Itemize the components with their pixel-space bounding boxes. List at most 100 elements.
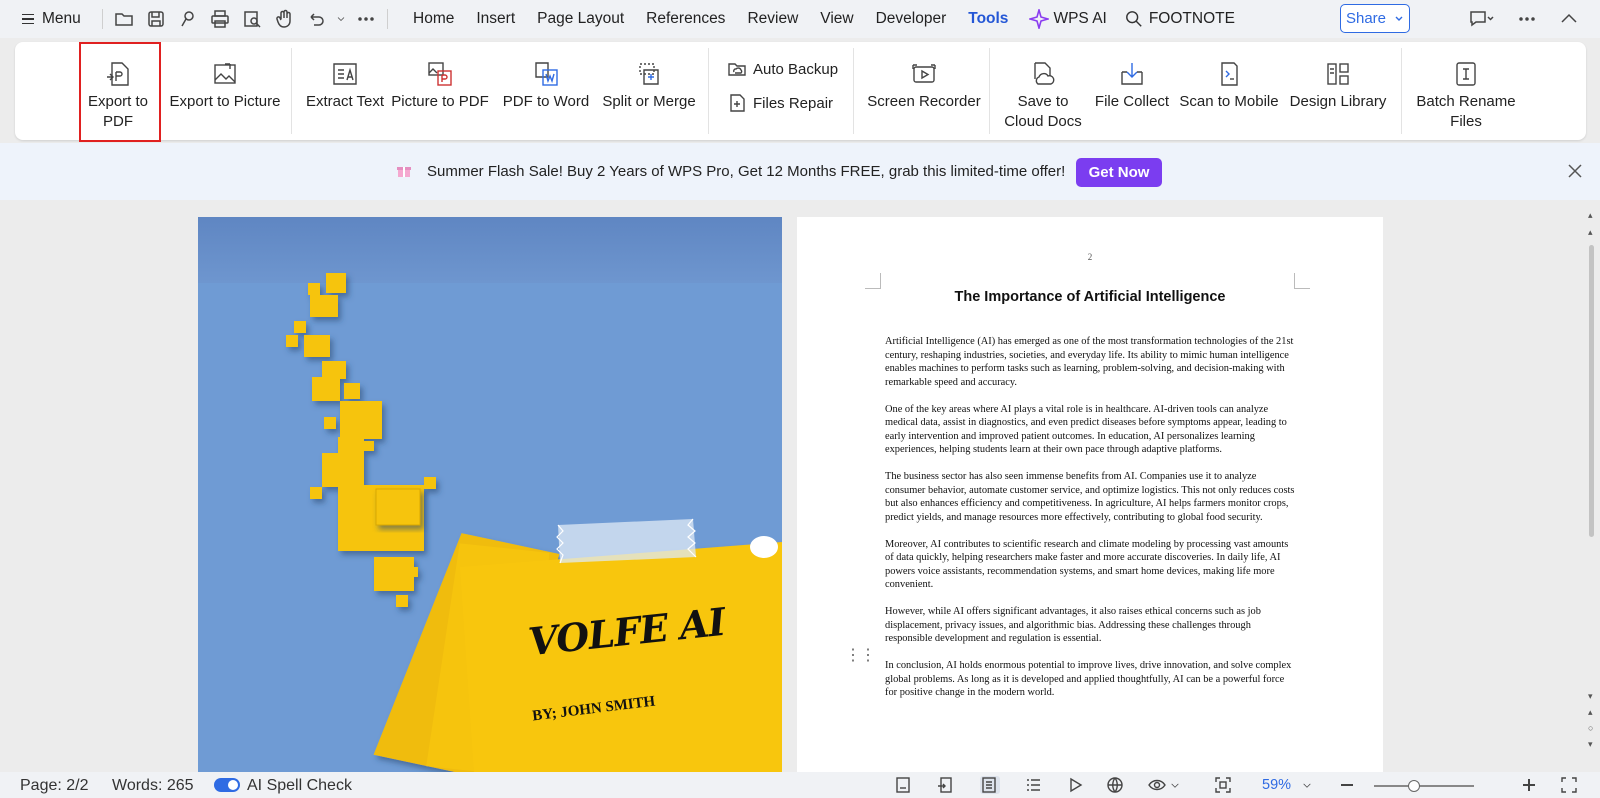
scroll-top-icon[interactable]: ▴ <box>1588 210 1593 221</box>
play-icon[interactable] <box>1066 776 1086 794</box>
cloud-backup-icon <box>728 63 746 76</box>
open-folder-icon[interactable] <box>111 6 137 32</box>
extract-text-label: Extract Text <box>305 93 385 110</box>
search-command[interactable]: FOOTNOTE <box>1117 10 1243 28</box>
scroll-page-up-icon[interactable]: ▴ <box>1588 707 1593 718</box>
wps-ai-label: WPS AI <box>1053 10 1107 27</box>
zoom-out-icon[interactable] <box>1338 776 1358 794</box>
document-map-icon[interactable] <box>894 776 914 794</box>
print-preview-icon[interactable] <box>239 6 265 32</box>
ai-spell-check-toggle[interactable] <box>214 778 240 792</box>
paragraph[interactable]: Moreover, AI contributes to scientific r… <box>885 538 1295 592</box>
scroll-down-icon[interactable]: ▾ <box>1588 691 1593 702</box>
document-page[interactable]: 2 The Importance of Artificial Intellige… <box>797 217 1383 772</box>
batch-rename-files-button[interactable]: Batch Rename Files <box>1411 42 1521 140</box>
picture-icon <box>211 58 239 90</box>
files-repair-button[interactable]: Files Repair <box>727 93 833 113</box>
menu-button[interactable]: Menu <box>0 10 94 28</box>
document-body[interactable]: Artificial Intelligence (AI) has emerged… <box>885 335 1295 713</box>
split-merge-icon <box>635 58 663 90</box>
screen-recorder-button[interactable]: Screen Recorder <box>865 42 983 140</box>
export-to-pdf-label: Export to PDF <box>87 93 149 130</box>
pdf-to-word-label: PDF to Word <box>502 93 590 110</box>
page-view-icon[interactable] <box>980 776 1000 794</box>
undo-dropdown-chevron-icon[interactable] <box>335 6 347 32</box>
tab-page-layout[interactable]: Page Layout <box>526 10 635 28</box>
margin-corner <box>1294 273 1310 289</box>
word-count[interactable]: Words: 265 <box>112 777 194 795</box>
scan-mobile-icon <box>1215 58 1243 90</box>
undo-icon[interactable] <box>303 6 329 32</box>
sparkle-icon <box>1029 9 1050 29</box>
tab-references[interactable]: References <box>635 10 736 28</box>
batch-rename-files-label: Batch Rename Files <box>1416 93 1516 130</box>
scroll-page-down-icon[interactable]: ▾ <box>1588 739 1593 750</box>
picture-to-pdf-button[interactable]: Picture to PDF <box>390 42 490 140</box>
outline-view-icon[interactable] <box>1024 776 1044 794</box>
menu-label: Menu <box>42 10 81 27</box>
zoom-dropdown-chevron-icon[interactable] <box>1302 776 1314 794</box>
zoom-level[interactable]: 59% <box>1262 777 1291 793</box>
scan-to-mobile-label: Scan to Mobile <box>1179 93 1279 110</box>
tab-insert[interactable]: Insert <box>465 10 526 28</box>
paragraph[interactable]: One of the key areas where AI plays a vi… <box>885 403 1295 457</box>
document-title[interactable]: The Importance of Artificial Intelligenc… <box>797 289 1383 305</box>
extract-text-button[interactable]: Extract Text <box>303 42 387 140</box>
export-to-picture-button[interactable]: Export to Picture <box>165 42 285 140</box>
design-library-icon <box>1324 58 1352 90</box>
get-now-button[interactable]: Get Now <box>1076 158 1162 187</box>
cover-page[interactable]: VOLFE AI BY; JOHN SMITH <box>198 217 782 772</box>
search-icon <box>1125 11 1142 27</box>
page-indicator[interactable]: Page: 2/2 <box>20 777 89 795</box>
page-navigation-icon[interactable] <box>936 776 956 794</box>
tab-view[interactable]: View <box>809 10 864 28</box>
paragraph[interactable]: In conclusion, AI holds enormous potenti… <box>885 659 1295 700</box>
eye-protection-icon[interactable] <box>1148 776 1168 794</box>
wps-ai-tab[interactable]: WPS AI <box>1019 9 1116 29</box>
vertical-scrollbar[interactable]: ▴ ▴ ▾ ▴ ○ ▾ <box>1586 205 1600 770</box>
hand-tool-icon[interactable] <box>271 6 297 32</box>
more-options-icon[interactable] <box>1514 6 1540 32</box>
save-icon[interactable] <box>143 6 169 32</box>
tab-review[interactable]: Review <box>736 10 809 28</box>
more-commands-icon[interactable] <box>353 6 379 32</box>
file-collect-label: File Collect <box>1094 93 1170 110</box>
fit-page-icon[interactable] <box>1214 776 1234 794</box>
split-or-merge-button[interactable]: Split or Merge <box>599 42 699 140</box>
auto-backup-button[interactable]: Auto Backup <box>727 59 838 79</box>
zoom-slider[interactable] <box>1374 780 1474 792</box>
design-library-button[interactable]: Design Library <box>1287 42 1389 140</box>
scroll-up-icon[interactable]: ▴ <box>1588 227 1593 238</box>
fullscreen-icon[interactable] <box>1560 776 1580 794</box>
file-collect-button[interactable]: File Collect <box>1089 42 1175 140</box>
close-icon[interactable] <box>1567 163 1585 181</box>
share-button[interactable]: Share <box>1340 4 1410 33</box>
tab-home[interactable]: Home <box>402 10 465 28</box>
divider <box>102 9 103 29</box>
pdf-to-word-icon <box>532 58 560 90</box>
pdf-to-word-button[interactable]: PDF to Word <box>496 42 596 140</box>
print-icon[interactable] <box>207 6 233 32</box>
zoom-slider-knob[interactable] <box>1408 780 1420 792</box>
auto-backup-label: Auto Backup <box>753 60 839 78</box>
export-pdf-icon <box>104 58 132 90</box>
paragraph[interactable]: The business sector has also seen immens… <box>885 470 1295 524</box>
tab-developer[interactable]: Developer <box>865 10 958 28</box>
paragraph[interactable]: Artificial Intelligence (AI) has emerged… <box>885 335 1295 389</box>
split-or-merge-label: Split or Merge <box>602 93 696 110</box>
save-to-cloud-docs-button[interactable]: Save to Cloud Docs <box>997 42 1089 140</box>
web-layout-icon[interactable] <box>1106 776 1126 794</box>
eye-dropdown-chevron-icon[interactable] <box>1170 776 1182 794</box>
scroll-select-icon[interactable]: ○ <box>1588 723 1593 733</box>
tab-tools[interactable]: Tools <box>957 10 1019 28</box>
paragraph[interactable]: However, while AI offers significant adv… <box>885 605 1295 646</box>
comment-icon[interactable] <box>1464 6 1498 32</box>
scan-to-mobile-button[interactable]: Scan to Mobile <box>1175 42 1283 140</box>
hamburger-icon <box>22 13 34 25</box>
scrollbar-thumb[interactable] <box>1589 245 1594 537</box>
format-painter-icon[interactable] <box>175 6 201 32</box>
zoom-in-icon[interactable] <box>1520 776 1540 794</box>
drag-handle-icon[interactable]: ⋮⋮ <box>845 645 876 665</box>
export-to-pdf-button[interactable]: Export to PDF <box>81 42 155 140</box>
collapse-ribbon-icon[interactable] <box>1556 6 1582 32</box>
